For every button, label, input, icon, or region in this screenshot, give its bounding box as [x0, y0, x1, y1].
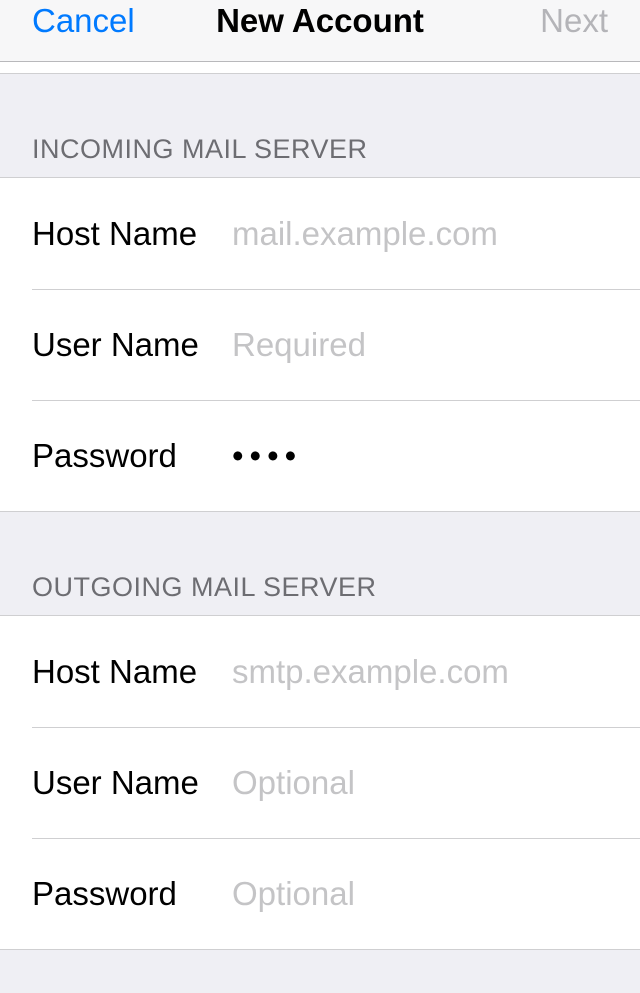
outgoing-host-label: Host Name: [32, 653, 232, 691]
outgoing-group: Host Name User Name Password: [0, 615, 640, 950]
incoming-group: Host Name User Name Password ••••: [0, 177, 640, 512]
spacer: [0, 62, 640, 74]
incoming-pass-label: Password: [32, 437, 232, 475]
incoming-user-row: User Name: [0, 289, 640, 400]
incoming-host-row: Host Name: [0, 178, 640, 289]
outgoing-header: OUTGOING MAIL SERVER: [0, 512, 640, 615]
incoming-host-label: Host Name: [32, 215, 232, 253]
outgoing-host-input[interactable]: [232, 653, 640, 691]
incoming-pass-row: Password ••••: [0, 400, 640, 511]
outgoing-host-row: Host Name: [0, 616, 640, 727]
incoming-pass-input[interactable]: ••••: [232, 437, 640, 475]
cancel-button[interactable]: Cancel: [32, 0, 135, 40]
navbar: Cancel New Account Next: [0, 0, 640, 62]
outgoing-user-row: User Name: [0, 727, 640, 838]
outgoing-user-label: User Name: [32, 764, 232, 802]
outgoing-pass-label: Password: [32, 875, 232, 913]
incoming-header: INCOMING MAIL SERVER: [0, 74, 640, 177]
outgoing-user-input[interactable]: [232, 764, 640, 802]
incoming-host-input[interactable]: [232, 215, 640, 253]
incoming-user-input[interactable]: [232, 326, 640, 364]
outgoing-pass-input[interactable]: [232, 875, 640, 913]
outgoing-pass-row: Password: [0, 838, 640, 949]
incoming-user-label: User Name: [32, 326, 232, 364]
next-button[interactable]: Next: [540, 0, 608, 40]
